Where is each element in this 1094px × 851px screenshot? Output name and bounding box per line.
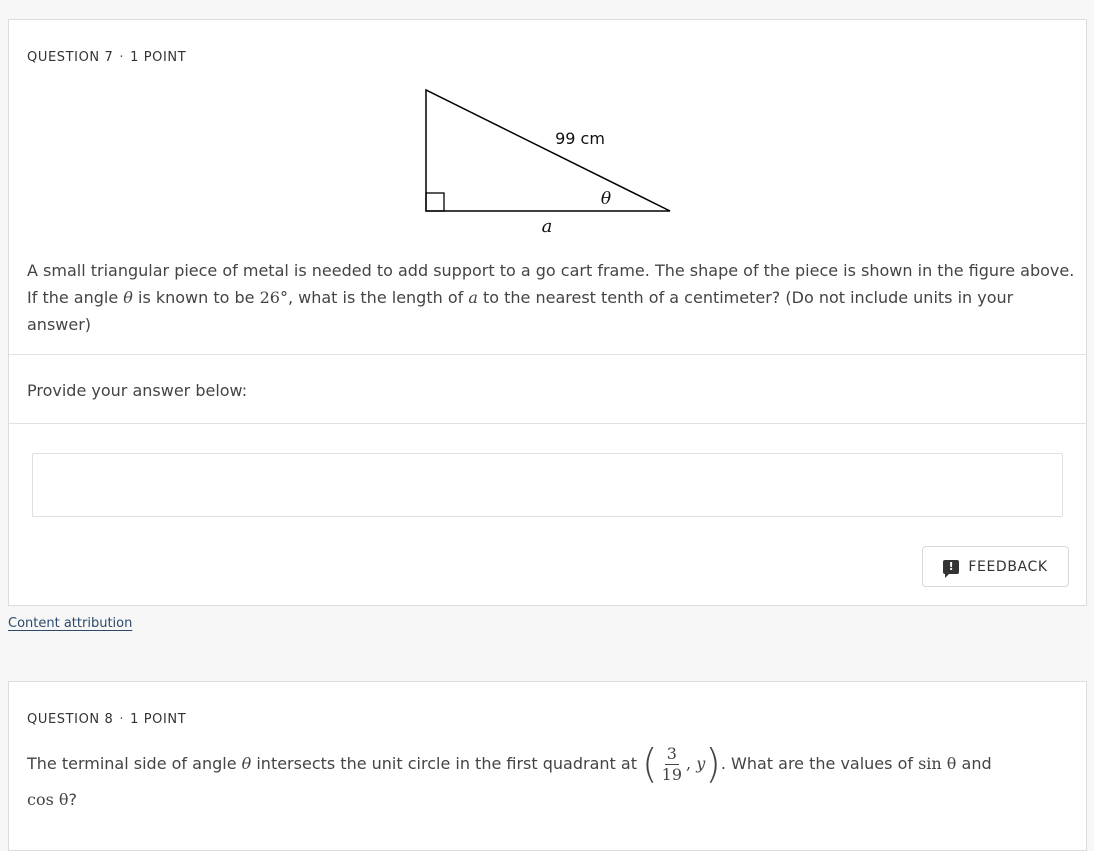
triangle-figure: 99 cm θ a [425,88,671,237]
fraction-denominator: 19 [661,765,683,784]
feedback-icon: ! [943,559,960,578]
answer-input[interactable] [32,453,1063,517]
triangle-shape [425,88,671,212]
theta-symbol: θ [123,288,133,307]
separator-dot: · [119,50,125,65]
answer-prompt: Provide your answer below: [27,381,248,400]
question-8-card: QUESTION 8 · 1 POINT The terminal side of … [8,681,1087,851]
separator-dot: · [119,712,125,727]
hypotenuse-label: 99 cm [555,129,605,148]
question-number: QUESTION 7 [27,50,114,65]
feedback-button[interactable]: ! FEEDBACK [922,546,1069,587]
question-7-card: QUESTION 7 · 1 POINT 99 cm θ a A small tri… [8,19,1087,606]
coord-y: y [696,754,706,773]
fraction-numerator: 3 [664,744,679,765]
question-header: QUESTION 8 · 1 POINT [27,712,186,727]
angle-label: θ [601,189,611,209]
question-header: QUESTION 7 · 1 POINT [27,50,186,65]
right-angle-marker [425,192,445,212]
question-points: 1 POINT [130,50,187,65]
theta-symbol: θ [241,754,252,773]
content-attribution-link[interactable]: Content attribution [8,616,132,631]
angle-value: 26° [259,288,288,307]
variable-a: a [468,288,478,307]
divider [9,423,1086,424]
question-7-text: A small triangular piece of metal is nee… [27,261,1075,334]
side-a-label: a [542,216,553,237]
question-points: 1 POINT [130,712,187,727]
question-8-text: The terminal side of angle θ intersects … [27,741,992,809]
sin-theta: sin θ [918,754,957,773]
question-number: QUESTION 8 [27,712,114,727]
feedback-label: FEEDBACK [968,558,1048,575]
divider [9,354,1086,355]
cos-theta: cos θ [27,790,69,809]
fraction: 3 19 [660,744,684,785]
